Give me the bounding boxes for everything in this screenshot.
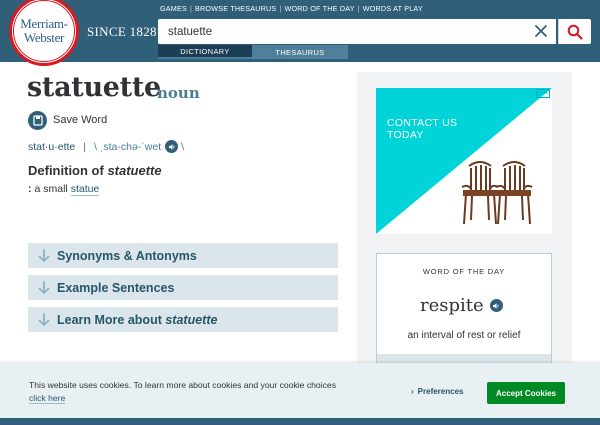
search-box — [158, 19, 556, 44]
cookie-text: This website uses cookies. To learn more… — [29, 380, 336, 390]
accordion-learn-more[interactable]: Learn More about statuette — [28, 307, 338, 332]
arrow-down-icon — [34, 248, 54, 263]
accordion-label-word: statuette — [165, 312, 218, 327]
cookie-banner: This website uses cookies. To learn more… — [0, 363, 600, 418]
site-header: GAMES | BROWSE THESAURUS | WORD OF THE DAY… — [0, 0, 600, 62]
ad-line2: TODAY — [387, 129, 424, 141]
tab-dictionary[interactable]: DICTIONARY — [158, 45, 252, 59]
definition-link-statue[interactable]: statue — [70, 183, 100, 196]
accordion-example-sentences[interactable]: Example Sentences — [28, 275, 338, 300]
cookie-message: This website uses cookies. To learn more… — [29, 379, 349, 405]
search-icon — [567, 24, 583, 40]
definition-heading-prefix: Definition of — [28, 163, 108, 178]
arrow-down-icon — [34, 312, 54, 327]
definition-heading: Definition of statuette — [28, 163, 162, 178]
search-input[interactable] — [158, 19, 528, 44]
wotd-word[interactable]: respite — [420, 295, 484, 316]
nav-browse-thesaurus[interactable]: BROWSE THESAURUS — [192, 4, 279, 13]
preferences-label: Preferences — [417, 387, 464, 396]
speaker-icon[interactable] — [165, 140, 179, 153]
since-tagline: SINCE 1828 — [87, 24, 157, 39]
accordion-synonyms-antonyms[interactable]: Synonyms & Antonyms — [28, 243, 338, 268]
ad-line1: CONTACT US — [387, 117, 458, 129]
syllables: stat·u·ette — [28, 140, 76, 153]
pronunciation: \ ˌsta-chə-ˈwet — [94, 140, 162, 153]
ad-choices-icon[interactable]: ▷✕ — [536, 89, 550, 98]
part-of-speech[interactable]: noun — [157, 84, 200, 102]
save-word-button[interactable]: Save Word — [53, 114, 107, 126]
speaker-icon[interactable] — [489, 299, 503, 312]
accordion-label: Learn More about statuette — [57, 313, 217, 327]
ad-text: CONTACT US TODAY — [387, 117, 457, 141]
accordion-label: Synonyms & Antonyms — [57, 248, 197, 263]
wotd-word-row: respite — [420, 295, 506, 316]
separator: | — [83, 140, 87, 153]
arrow-down-icon — [34, 280, 54, 295]
top-nav: GAMES | BROWSE THESAURUS | WORD OF THE DAY… — [157, 4, 426, 13]
accept-cookies-button[interactable]: Accept Cookies — [487, 382, 565, 404]
wotd-definition: an interval of rest or relief — [407, 330, 521, 341]
cookie-click-here-link[interactable]: click here — [29, 393, 66, 404]
logo-inner-ring: Merriam- Webster — [13, 0, 75, 62]
advertisement[interactable]: CONTACT US TODAY ▷✕ — [376, 88, 552, 234]
definition-text: :a small statue — [28, 183, 100, 196]
headword: statuette — [27, 72, 161, 103]
ad-graphic — [376, 88, 552, 234]
nav-words-at-play[interactable]: WORDS AT PLAY — [360, 4, 426, 13]
pronunciation-row: stat·u·ette | \ ˌsta-chə-ˈwet \ — [28, 140, 184, 153]
definition-heading-word: statuette — [107, 163, 162, 178]
chevron-right-icon: › — [411, 387, 414, 396]
nav-games[interactable]: GAMES — [157, 4, 190, 13]
pronunciation-close: \ — [181, 140, 185, 153]
bottom-bar — [0, 418, 600, 425]
nav-word-of-the-day[interactable]: WORD OF THE DAY — [281, 4, 357, 13]
definition-body: a small — [34, 183, 71, 195]
preferences-button[interactable]: › Preferences — [411, 387, 463, 396]
save-word-icon[interactable] — [28, 111, 47, 130]
logo-text-line2: Webster — [23, 30, 65, 45]
search-tabs: DICTIONARY THESAURUS — [158, 45, 348, 59]
search-button[interactable] — [558, 19, 591, 44]
logo-text-line1: Merriam- — [20, 16, 68, 31]
accordion-label: Example Sentences — [57, 280, 175, 295]
tab-thesaurus[interactable]: THESAURUS — [252, 45, 348, 59]
word-of-the-day-card[interactable]: WORD OF THE DAY respite an interval of r… — [376, 253, 552, 373]
definition-marker: : — [28, 183, 32, 195]
clear-icon[interactable] — [533, 23, 549, 39]
accordion-label-prefix: Learn More about — [57, 312, 166, 327]
wotd-label: WORD OF THE DAY — [422, 267, 506, 276]
